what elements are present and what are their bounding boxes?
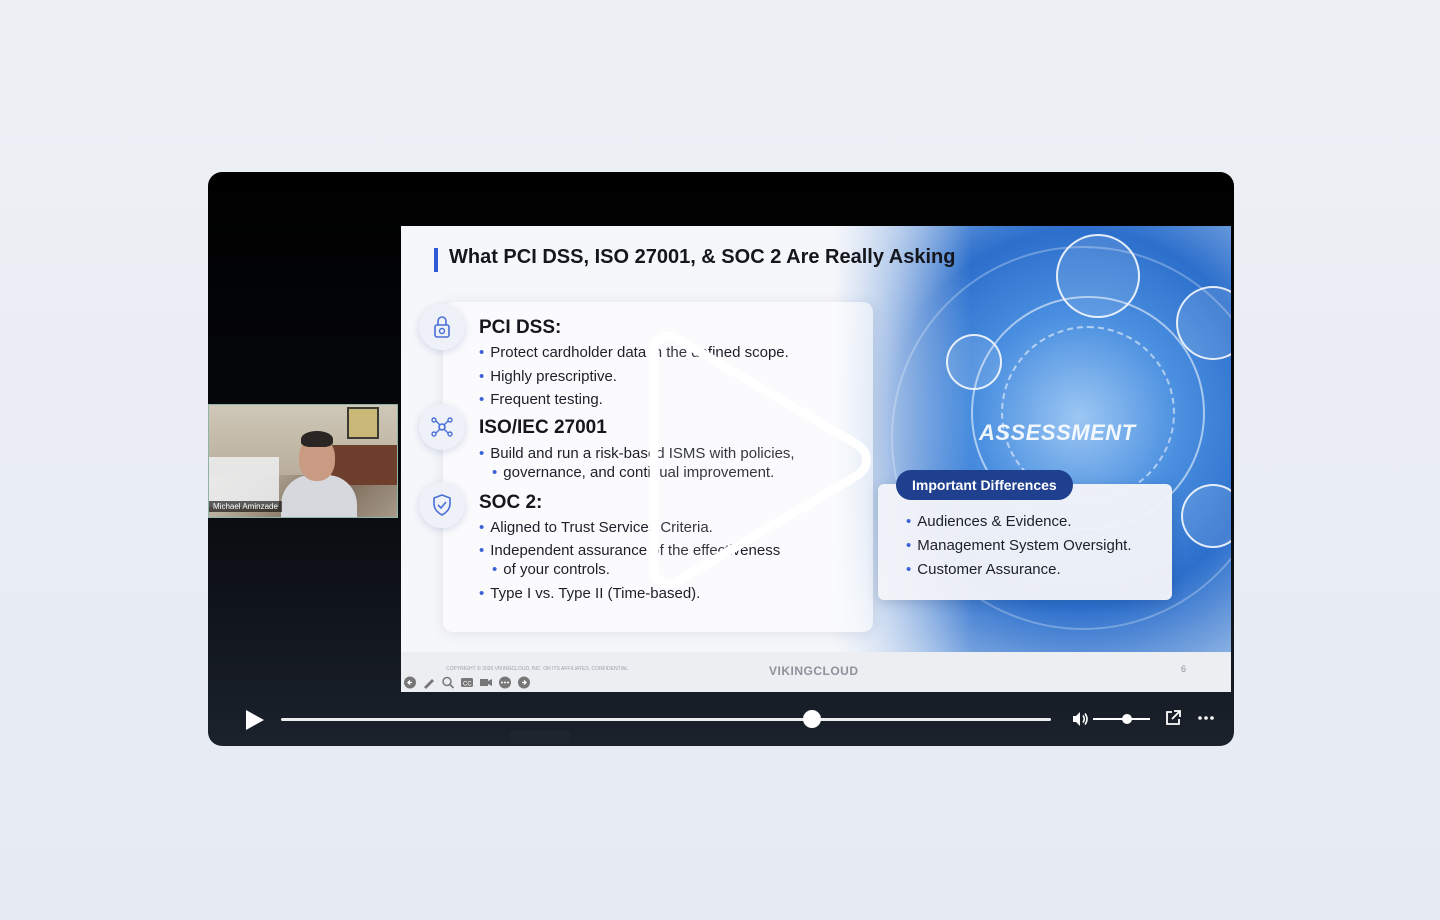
control-bar [208, 692, 1234, 746]
seek-bar[interactable] [281, 710, 1051, 728]
camera-icon[interactable] [479, 676, 493, 689]
copyright-text: COPYRIGHT © 2026 VIKINGCLOUD, INC. OR IT… [446, 666, 629, 672]
shield-check-icon [419, 482, 465, 528]
list-item: Management System Oversight. [906, 537, 1131, 554]
list-item: Customer Assurance. [906, 561, 1060, 578]
list-item: Highly prescriptive. [479, 367, 617, 386]
page-number: 6 [1181, 664, 1187, 674]
brand-logo: VIKINGCLOUD [769, 664, 859, 678]
more-icon[interactable] [1196, 708, 1216, 728]
volume-icon[interactable] [1070, 709, 1090, 729]
title-accent [434, 248, 438, 272]
video-player[interactable]: What PCI DSS, ISO 27001, & SOC 2 Are Rea… [208, 172, 1234, 746]
pen-icon[interactable] [422, 676, 436, 689]
pci-dss-heading: PCI DSS: [479, 317, 562, 338]
play-icon[interactable] [242, 708, 266, 732]
presenter-name: Michael Aminzade [209, 501, 282, 512]
back-arrow-icon[interactable] [403, 676, 417, 689]
forward-arrow-icon[interactable] [517, 676, 531, 689]
captions-icon[interactable]: CC [460, 676, 474, 689]
volume-thumb[interactable] [1122, 714, 1133, 724]
svg-text:CC: CC [463, 682, 472, 688]
iso-heading: ISO/IEC 27001 [479, 417, 607, 438]
lock-gear-icon [419, 304, 465, 350]
more-options-icon[interactable] [498, 676, 512, 689]
zoom-icon[interactable] [441, 676, 455, 689]
assessment-label: ASSESSMENT [979, 420, 1136, 445]
network-icon [419, 404, 465, 450]
seek-thumb[interactable] [803, 710, 822, 728]
soc2-heading: SOC 2: [479, 492, 543, 513]
list-item: Audiences & Evidence. [906, 513, 1071, 530]
differences-title: Important Differences [896, 470, 1073, 500]
big-play-icon[interactable] [636, 332, 876, 588]
volume-slider[interactable] [1093, 714, 1150, 724]
external-link-icon[interactable] [1163, 708, 1183, 728]
list-item-continued: of your controls. [492, 560, 610, 579]
webcam-thumbnail: Michael Aminzade [208, 404, 398, 518]
slide-toolbar: CC [403, 676, 531, 689]
slide-footer: COPYRIGHT © 2026 VIKINGCLOUD, INC. OR IT… [401, 652, 1231, 692]
list-item: Frequent testing. [479, 390, 603, 409]
slide-title: What PCI DSS, ISO 27001, & SOC 2 Are Rea… [449, 246, 956, 268]
